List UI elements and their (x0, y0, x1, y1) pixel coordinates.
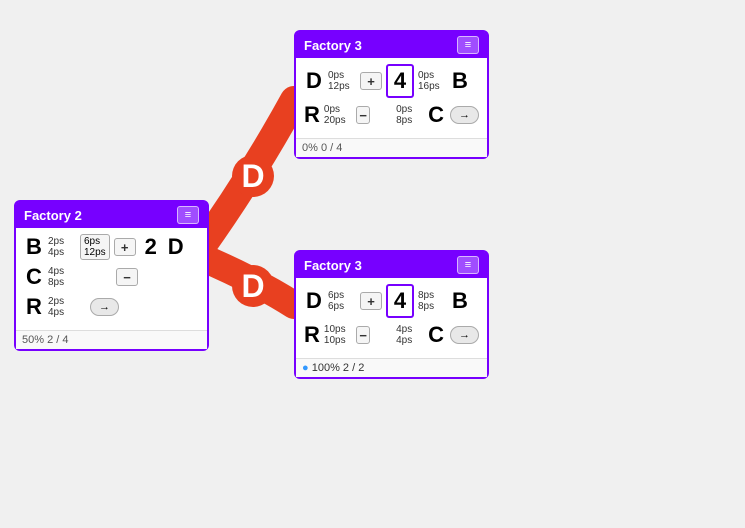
factory2-b-letter: B (24, 234, 44, 260)
factory3-bottom-row-r: R 10ps 10ps − 4ps 4ps C → (304, 322, 479, 348)
factory3-top-card: Factory 3 ≡ D 0ps 12ps + 4 0ps 16ps B R … (294, 30, 489, 159)
factory3-top-r-time-right: 0ps 8ps (396, 104, 424, 126)
factory2-row-b: B 2ps 4ps 6ps 12ps + 2 D (24, 234, 199, 260)
factory3-top-status: 0% 0 / 4 (296, 138, 487, 157)
factory3-bottom-r-time-right: 4ps 4ps (396, 324, 424, 346)
factory2-body: B 2ps 4ps 6ps 12ps + 2 D C 4ps 8ps − R (16, 228, 207, 330)
factory2-r-go-btn[interactable]: → (90, 298, 119, 316)
factory3-bottom-title: Factory 3 (304, 258, 362, 273)
factory3-bottom-d-right-letter: B (450, 288, 470, 314)
factory2-r-time-left: 2ps 4ps (48, 296, 76, 318)
factory2-c-letter: C (24, 264, 44, 290)
factory3-top-r-time-left: 0ps 20ps (324, 104, 352, 126)
factory3-bottom-status: ● 100% 2 / 2 (296, 358, 487, 377)
factory3-bottom-r-right-letter: C (428, 322, 444, 348)
factory3-top-d-plus-btn[interactable]: + (360, 72, 382, 90)
factory2-row-c: C 4ps 8ps − (24, 264, 199, 290)
factory2-row-r: R 2ps 4ps → (24, 294, 199, 320)
factory2-b-extra: 6ps 12ps (80, 234, 110, 260)
factory3-bottom-row-d: D 6ps 6ps + 4 8ps 8ps B (304, 284, 479, 318)
factory3-top-title: Factory 3 (304, 38, 362, 53)
factory2-title: Factory 2 (24, 208, 82, 223)
factory3-top-r-minus-btn[interactable]: − (356, 106, 371, 124)
factory3-bottom-r-go-btn[interactable]: → (450, 326, 479, 344)
factory3-bottom-menu-btn[interactable]: ≡ (457, 256, 479, 274)
factory3-top-d-time-left: 0ps 12ps (328, 70, 356, 92)
factory2-menu-btn[interactable]: ≡ (177, 206, 199, 224)
factory2-b-right-letter: D (166, 234, 186, 260)
factory2-b-center: 2 (140, 234, 162, 260)
factory3-bottom-d-center: 4 (386, 284, 414, 318)
factory3-top-r-go-btn[interactable]: → (450, 106, 479, 124)
factory3-top-menu-btn[interactable]: ≡ (457, 36, 479, 54)
d-label-bottom: D (232, 265, 274, 307)
factory3-top-d-letter: D (304, 68, 324, 94)
factory2-c-time-left: 4ps 8ps (48, 266, 76, 288)
status-complete-icon: ● (302, 362, 309, 374)
factory3-top-d-center: 4 (386, 64, 414, 98)
factory2-header: Factory 2 ≡ (16, 202, 207, 228)
factory3-bottom-r-letter: R (304, 322, 320, 348)
factory3-top-r-right-letter: C (428, 102, 444, 128)
factory3-bottom-header: Factory 3 ≡ (296, 252, 487, 278)
factory3-bottom-card: Factory 3 ≡ D 6ps 6ps + 4 8ps 8ps B R 10… (294, 250, 489, 379)
factory2-b-plus-btn[interactable]: + (114, 238, 136, 256)
factory2-b-time-left: 2ps 4ps (48, 236, 76, 258)
factory3-bottom-d-time-right: 8ps 8ps (418, 290, 446, 312)
factory3-top-d-time-right: 0ps 16ps (418, 70, 446, 92)
factory3-top-header: Factory 3 ≡ (296, 32, 487, 58)
factory3-bottom-d-plus-btn[interactable]: + (360, 292, 382, 310)
factory3-top-body: D 0ps 12ps + 4 0ps 16ps B R 0ps 20ps − 0… (296, 58, 487, 138)
factory3-top-d-right-letter: B (450, 68, 470, 94)
factory3-bottom-body: D 6ps 6ps + 4 8ps 8ps B R 10ps 10ps − 4p… (296, 278, 487, 358)
factory3-bottom-r-minus-btn[interactable]: − (356, 326, 371, 344)
factory2-status: 50% 2 / 4 (16, 330, 207, 349)
factory3-bottom-r-time-left: 10ps 10ps (324, 324, 352, 346)
d-label-top: D (232, 155, 274, 197)
factory3-bottom-d-time-left: 6ps 6ps (328, 290, 356, 312)
factory3-bottom-d-letter: D (304, 288, 324, 314)
factory2-card: Factory 2 ≡ B 2ps 4ps 6ps 12ps + 2 D C 4… (14, 200, 209, 351)
factory3-top-row-r: R 0ps 20ps − 0ps 8ps C → (304, 102, 479, 128)
factory3-top-r-letter: R (304, 102, 320, 128)
factory2-c-minus-btn[interactable]: − (116, 268, 138, 286)
factory3-top-row-d: D 0ps 12ps + 4 0ps 16ps B (304, 64, 479, 98)
factory2-r-letter: R (24, 294, 44, 320)
